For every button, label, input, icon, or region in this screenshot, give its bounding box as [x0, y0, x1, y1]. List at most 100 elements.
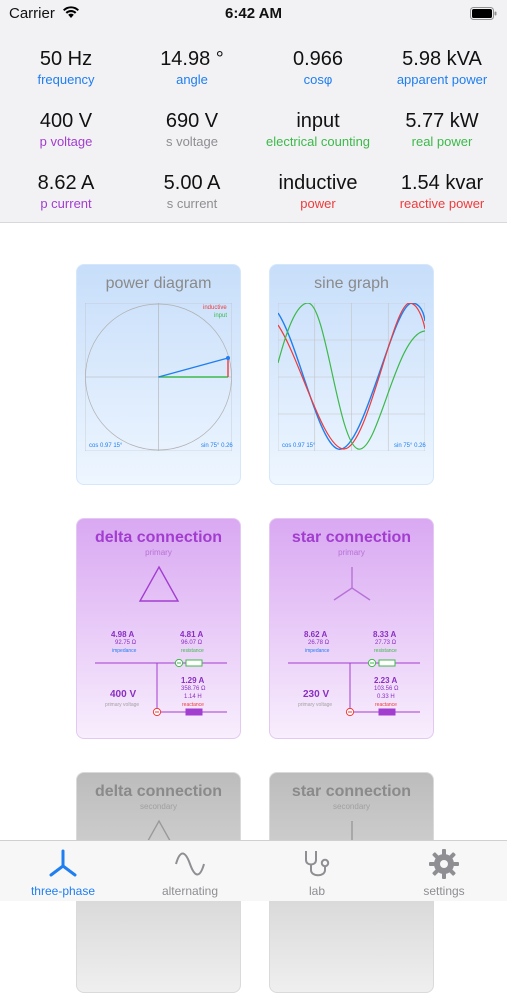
stat-value: 0.966: [292, 48, 344, 70]
stat-label: p current: [40, 196, 92, 211]
tab-bar: three-phase alternating lab settings: [0, 840, 507, 901]
stat-label: frequency: [37, 72, 95, 87]
inductance-value: 0.33 H: [377, 694, 395, 700]
stat-label: power: [300, 196, 336, 211]
stat-value: input: [296, 110, 340, 132]
delta-symbol-icon: [138, 565, 180, 602]
stat-label: electrical counting: [265, 134, 371, 149]
stat-value: inductive: [278, 172, 358, 194]
cos-readout: cos 0.97 15°: [282, 443, 316, 449]
stats-panel: 50 Hz frequency 14.98 ° angle 0.966 cosφ…: [0, 28, 507, 223]
primary-voltage: 230 V: [303, 689, 330, 700]
resistance-label: resistance: [374, 648, 397, 654]
stat-value: 8.62 A: [37, 172, 95, 194]
stat-angle: 14.98 ° angle: [129, 47, 255, 88]
card-title: delta connection: [94, 783, 223, 800]
legend-inductive: inductive: [203, 305, 227, 311]
sin-readout: sin 75° 0.26: [201, 443, 233, 449]
tab-settings[interactable]: settings: [381, 841, 507, 901]
star-primary-card[interactable]: star connection primary 8.62 A 26.78 Ω i…: [269, 518, 434, 739]
stat-label: reactive power: [399, 196, 485, 211]
impedance-label: impedance: [305, 648, 330, 654]
stat-value: 14.98 °: [160, 48, 224, 70]
stethoscope-icon: [305, 851, 330, 877]
primary-voltage-label: primary voltage: [298, 702, 333, 708]
stat-value: 50 Hz: [39, 48, 93, 70]
battery-icon: [470, 7, 497, 20]
delta-primary-card[interactable]: delta connection primary 4.98 A 92.75 Ω …: [76, 518, 241, 739]
stat-value: 690 V: [165, 110, 219, 132]
stat-s-current: 5.00 A s current: [129, 171, 255, 212]
reactance-label: reactance: [375, 702, 397, 708]
inductance-value: 1.14 H: [184, 694, 202, 700]
primary-voltage: 400 V: [110, 689, 137, 700]
stat-cosphi: 0.966 cosφ: [255, 47, 381, 88]
impedance-current: 4.98 A: [111, 630, 135, 639]
impedance-label: impedance: [112, 648, 137, 654]
primary-voltage-label: primary voltage: [105, 702, 140, 708]
stat-value: 400 V: [39, 110, 93, 132]
tab-label: three-phase: [30, 884, 96, 898]
stat-value: 5.98 kVA: [402, 48, 482, 70]
star-symbol-icon: [333, 567, 371, 601]
card-title: star connection: [291, 529, 412, 546]
card-title: sine graph: [314, 275, 389, 292]
clock: 6:42 AM: [225, 5, 282, 22]
gear-icon: [429, 849, 459, 879]
card-title: star connection: [291, 783, 412, 800]
stat-value: 5.00 A: [163, 172, 221, 194]
tab-label: lab: [308, 884, 325, 898]
card-title: power diagram: [105, 275, 212, 292]
reactance-value: 358.76 Ω: [181, 686, 206, 692]
card-subtitle: primary: [338, 548, 365, 557]
reactance-current: 2.23 A: [374, 676, 398, 685]
stat-frequency: 50 Hz frequency: [3, 47, 129, 88]
stat-label: s voltage: [165, 134, 219, 149]
resistance-current: 4.81 A: [180, 630, 204, 639]
resistance-value: 96.07 Ω: [181, 640, 203, 646]
reactance-value: 103.56 Ω: [374, 686, 399, 692]
impedance-value: 92.75 Ω: [115, 640, 137, 646]
stat-power-type: inductive power: [255, 171, 381, 212]
card-subtitle: secondary: [333, 802, 370, 811]
stat-reactive-power: 1.54 kvar reactive power: [379, 171, 505, 212]
sine-graph-card[interactable]: sine graph cos 0.97 15° sin 75° 0.26: [269, 264, 434, 485]
stat-label: s current: [166, 196, 218, 211]
resistance-label: resistance: [181, 648, 204, 654]
stat-value: 5.77 kW: [405, 110, 479, 132]
tab-label: alternating: [161, 884, 219, 898]
legend-input: input: [214, 313, 228, 319]
sin-readout: sin 75° 0.26: [394, 443, 426, 449]
reactance-label: reactance: [182, 702, 204, 708]
stat-label: cosφ: [303, 72, 333, 87]
stat-label: angle: [176, 72, 208, 87]
reactance-current: 1.29 A: [181, 676, 205, 685]
card-subtitle: primary: [145, 548, 172, 557]
tab-three-phase[interactable]: three-phase: [0, 841, 126, 901]
stat-label: p voltage: [39, 134, 93, 149]
resistance-value: 27.73 Ω: [375, 640, 397, 646]
impedance-value: 26.78 Ω: [308, 640, 330, 646]
stat-real-power: 5.77 kW real power: [379, 109, 505, 150]
stat-label: apparent power: [396, 72, 488, 87]
impedance-current: 8.62 A: [304, 630, 328, 639]
tab-lab[interactable]: lab: [254, 841, 380, 901]
tab-alternating[interactable]: alternating: [127, 841, 253, 901]
three-phase-icon: [49, 849, 77, 877]
stat-apparent-power: 5.98 kVA apparent power: [379, 47, 505, 88]
status-bar: Carrier 6:42 AM: [0, 0, 507, 28]
sine-wave-icon: [175, 852, 205, 876]
power-diagram-card[interactable]: power diagram inductive input cos 0.97 1…: [76, 264, 241, 485]
stat-label: real power: [411, 134, 473, 149]
stat-p-current: 8.62 A p current: [3, 171, 129, 212]
cos-readout: cos 0.97 15°: [89, 443, 123, 449]
tab-label: settings: [423, 884, 465, 898]
card-subtitle: secondary: [140, 802, 177, 811]
stat-s-voltage: 690 V s voltage: [129, 109, 255, 150]
resistance-current: 8.33 A: [373, 630, 397, 639]
sine-graph-chart: [278, 303, 425, 451]
card-title: delta connection: [94, 529, 223, 546]
power-diagram-chart: [85, 303, 232, 451]
stat-value: 1.54 kvar: [400, 172, 484, 194]
stat-p-voltage: 400 V p voltage: [3, 109, 129, 150]
